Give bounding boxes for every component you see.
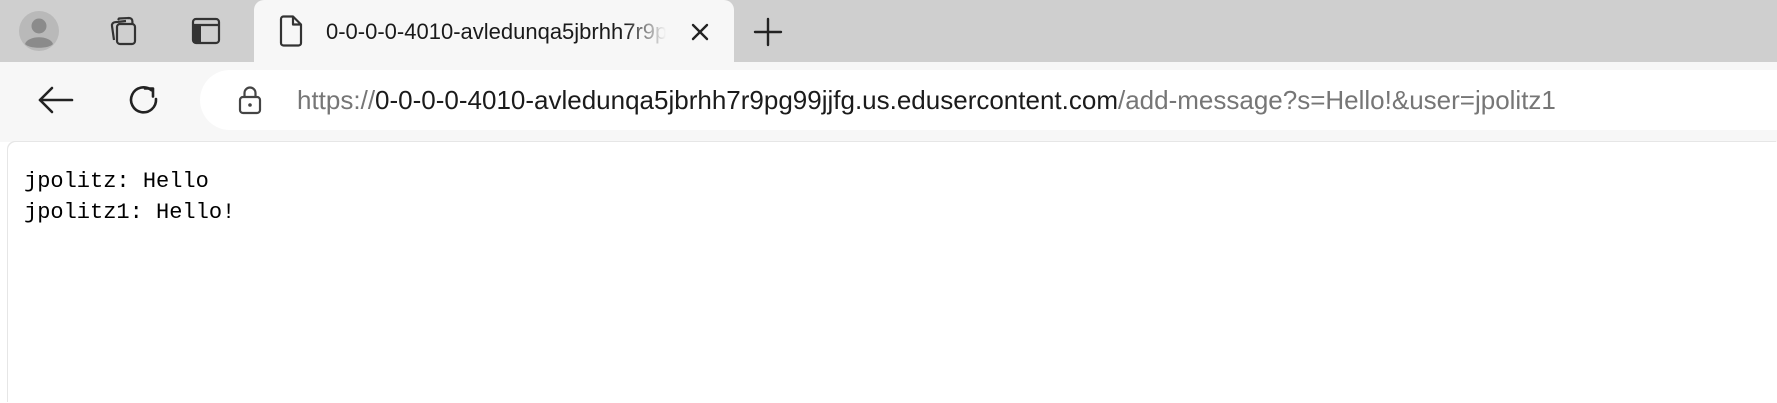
navigation-toolbar: https://0-0-0-0-4010-avledunqa5jbrhh7r9p… bbox=[0, 62, 1777, 142]
url-scheme: https:// bbox=[297, 85, 376, 115]
address-url[interactable]: https://0-0-0-0-4010-avledunqa5jbrhh7r9p… bbox=[297, 84, 1556, 116]
url-path: /add-message?s=Hello!&user=jpolitz1 bbox=[1117, 85, 1556, 115]
close-icon[interactable] bbox=[682, 14, 718, 50]
profile-avatar-icon[interactable] bbox=[16, 8, 62, 54]
message-line: jpolitz: Hello bbox=[24, 169, 209, 194]
plus-icon[interactable] bbox=[746, 10, 790, 54]
back-arrow-icon[interactable] bbox=[32, 76, 80, 124]
url-host: 0-0-0-0-4010-avledunqa5jbrhh7r9pg99jjfg.… bbox=[375, 85, 1118, 115]
message-list: jpolitz: Hello jpolitz1: Hello! bbox=[24, 166, 235, 228]
collections-icon[interactable] bbox=[100, 8, 146, 54]
tab-strip: 0-0-0-0-4010-avledunqa5jbrhh7r9pg99jjfg.… bbox=[0, 0, 1777, 64]
refresh-icon[interactable] bbox=[120, 76, 168, 124]
address-bar[interactable]: https://0-0-0-0-4010-avledunqa5jbrhh7r9p… bbox=[200, 70, 1777, 130]
active-tab[interactable]: 0-0-0-0-4010-avledunqa5jbrhh7r9pg99jjfg.… bbox=[254, 0, 734, 64]
tab-title: 0-0-0-0-4010-avledunqa5jbrhh7r9pg99jjfg.… bbox=[326, 19, 666, 44]
page-icon bbox=[276, 14, 306, 48]
lock-icon[interactable] bbox=[234, 84, 266, 116]
message-line: jpolitz1: Hello! bbox=[24, 200, 236, 225]
page-viewport: jpolitz: Hello jpolitz1: Hello! bbox=[8, 142, 1777, 403]
tab-actions-icon[interactable] bbox=[183, 8, 229, 54]
